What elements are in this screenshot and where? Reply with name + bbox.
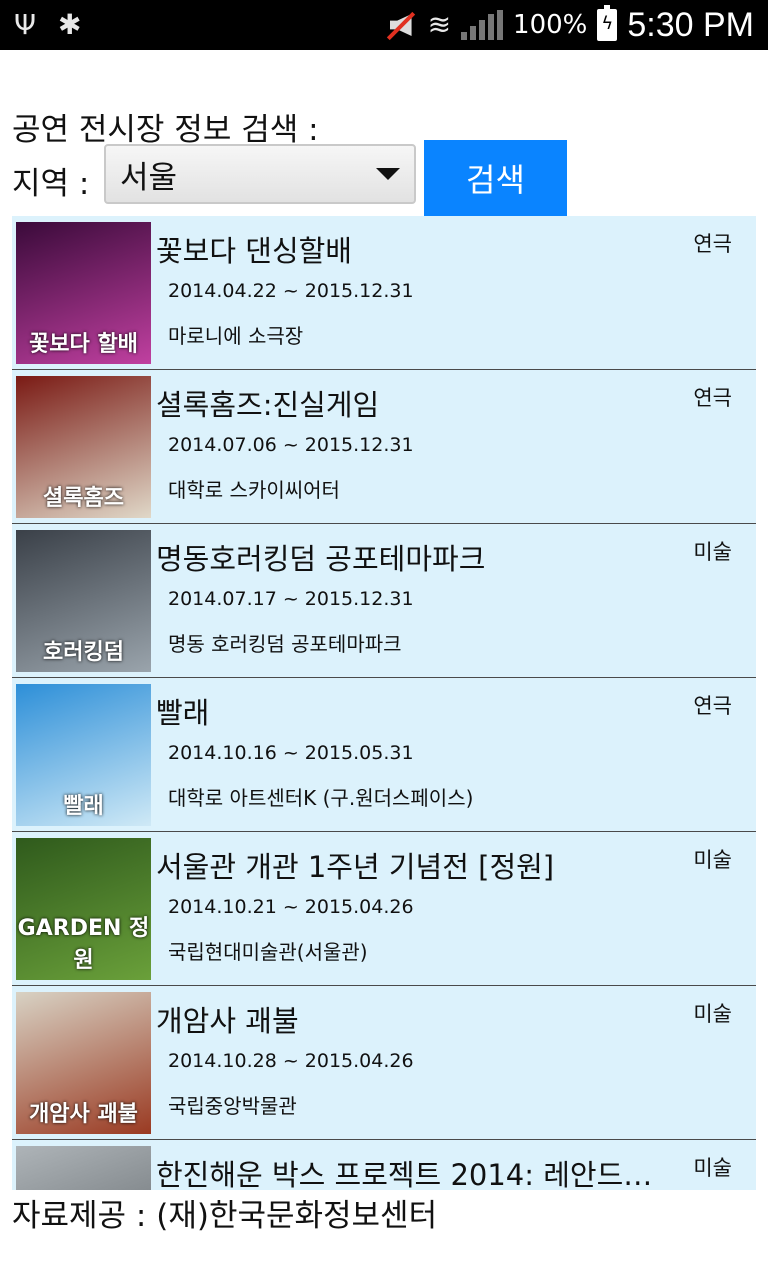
event-category: 미술 [693, 848, 732, 872]
list-item[interactable]: 한진해운 박스 프로젝트 2014: 레안드로 … 미술 [12, 1140, 756, 1190]
event-category: 연극 [693, 386, 732, 410]
list-item[interactable]: 개암사 괘불 개암사 괘불 2014.10.28 ~ 2015.04.26 국립중앙박… [12, 986, 756, 1140]
mute-icon [384, 10, 418, 41]
region-select[interactable]: 서울 [104, 144, 416, 204]
battery-percent: 100% [513, 10, 588, 40]
event-name: 한진해운 박스 프로젝트 2014: 레안드로 … [156, 1158, 666, 1190]
event-category: 연극 [693, 232, 732, 256]
event-name: 꽃보다 댄싱할배 [156, 234, 352, 268]
event-venue: 국립중앙박물관 [168, 1094, 297, 1118]
page-title: 공연 전시장 정보 검색 : [12, 112, 319, 148]
event-date: 2014.10.28 ~ 2015.04.26 [168, 1050, 414, 1072]
poster-thumbnail: 개암사 괘불 [16, 992, 151, 1134]
event-date: 2014.10.16 ~ 2015.05.31 [168, 742, 414, 764]
poster-caption: 꽃보다 할배 [29, 332, 138, 357]
event-venue: 대학로 아트센터K (구.원더스페이스) [168, 786, 474, 810]
battery-charging-icon: ϟ [597, 5, 618, 41]
poster-caption: 개암사 괘불 [29, 1102, 138, 1127]
list-item[interactable]: GARDEN 정원 서울관 개관 1주년 기념전 [정원] 2014.10.21 ~… [12, 832, 756, 986]
search-button[interactable]: 검색 [424, 140, 567, 216]
poster-thumbnail [16, 1146, 151, 1190]
poster-thumbnail: 꽃보다 할배 [16, 222, 151, 364]
event-date: 2014.07.06 ~ 2015.12.31 [168, 434, 414, 456]
usb-icon: Ψ [14, 8, 37, 41]
event-name: 서울관 개관 1주년 기념전 [정원] [156, 850, 555, 884]
bug-icon: ✱ [58, 8, 82, 41]
clock: 5:30 PM [627, 5, 754, 44]
event-category: 미술 [693, 540, 732, 564]
event-name: 명동호러킹덤 공포테마파크 [156, 542, 486, 576]
poster-caption: GARDEN 정원 [17, 916, 150, 973]
event-name: 빨래 [156, 696, 210, 730]
poster-thumbnail: 호러킹덤 [16, 530, 151, 672]
poster-thumbnail: GARDEN 정원 [16, 838, 151, 980]
signal-icon [461, 10, 504, 40]
list-item[interactable]: 꽃보다 할배 꽃보다 댄싱할배 2014.04.22 ~ 2015.12.31 마로니… [12, 216, 756, 370]
list-item[interactable]: 빨래 빨래 2014.10.16 ~ 2015.05.31 대학로 아트센터K (구.… [12, 678, 756, 832]
poster-caption: 호러킹덤 [43, 640, 124, 665]
event-name: 셜록홈즈:진실게임 [156, 388, 380, 422]
result-list[interactable]: 꽃보다 할배 꽃보다 댄싱할배 2014.04.22 ~ 2015.12.31 마로니… [12, 216, 756, 1190]
event-venue: 마로니에 소극장 [168, 324, 304, 348]
region-label: 지역 : [12, 166, 90, 202]
poster-caption: 셜록홈즈 [43, 486, 124, 511]
event-date: 2014.07.17 ~ 2015.12.31 [168, 588, 414, 610]
chevron-down-icon [376, 168, 400, 180]
event-category: 미술 [693, 1002, 732, 1026]
event-venue: 국립현대미술관(서울관) [168, 940, 368, 964]
list-item[interactable]: 셜록홈즈 셜록홈즈:진실게임 2014.07.06 ~ 2015.12.31 대학로 … [12, 370, 756, 524]
data-credit: 자료제공 : (재)한국문화정보센터 [12, 1198, 438, 1234]
event-venue: 대학로 스카이씨어터 [168, 478, 340, 502]
event-name: 개암사 괘불 [156, 1004, 299, 1038]
event-category: 연극 [693, 694, 732, 718]
event-category: 미술 [693, 1156, 732, 1180]
event-date: 2014.04.22 ~ 2015.12.31 [168, 280, 414, 302]
poster-caption: 빨래 [63, 794, 104, 819]
status-bar: Ψ ✱ ≋ 100% ϟ 5:30 PM [0, 0, 768, 50]
list-item[interactable]: 호러킹덤 명동호러킹덤 공포테마파크 2014.07.17 ~ 2015.12.31… [12, 524, 756, 678]
event-venue: 명동 호러킹덤 공포테마파크 [168, 632, 402, 656]
event-date: 2014.10.21 ~ 2015.04.26 [168, 896, 414, 918]
poster-thumbnail: 셜록홈즈 [16, 376, 151, 518]
wifi-lock-icon: ≋ [427, 8, 452, 41]
poster-thumbnail: 빨래 [16, 684, 151, 826]
region-select-value: 서울 [120, 159, 178, 196]
